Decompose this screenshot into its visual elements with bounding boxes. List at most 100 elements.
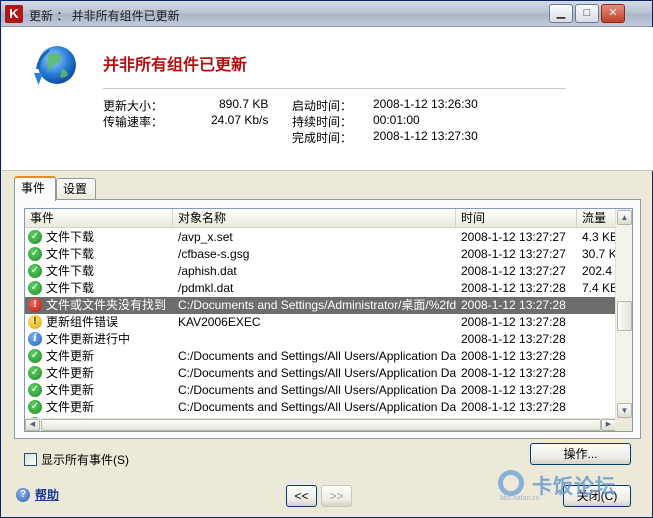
cell-traffic xyxy=(582,348,616,365)
cell-object: /cfbase-s.gsg xyxy=(178,247,250,261)
column-header-traffic[interactable]: 流量 xyxy=(577,209,616,228)
finish-time-value: 2008-1-12 13:27:30 xyxy=(373,129,478,143)
cell-object: C:/Documents and Settings/All Users/Appl… xyxy=(178,400,456,414)
cell-object: C:/Documents and Settings/All Users/Appl… xyxy=(178,366,456,380)
watermark-ring-icon xyxy=(498,470,524,496)
cell-traffic: 30.7 KB xyxy=(582,247,616,261)
start-time-value: 2008-1-12 13:26:30 xyxy=(373,97,478,111)
maximize-button[interactable]: □ xyxy=(575,4,599,23)
actions-button[interactable]: 操作... xyxy=(530,443,631,465)
window-title: 更新 ： 并非所有组件已更新 xyxy=(29,9,180,23)
scroll-right-button[interactable]: ▶ xyxy=(601,419,616,431)
info-status-icon: i xyxy=(28,332,42,346)
forum-watermark: 卡饭论坛 bbs.kafan.cn xyxy=(496,468,641,502)
list-rows: ✓ 文件下载/avp_x.set 2008-1-12 13:27:27 4.3 KB ✓… xyxy=(25,229,616,419)
forward-button[interactable]: >> xyxy=(321,485,352,507)
table-row[interactable]: ✓ 文件下载/avp_x.set 2008-1-12 13:27:27 4.3 KB xyxy=(25,229,616,246)
transfer-speed-value: 24.07 Kb/s xyxy=(211,113,269,127)
update-size-value: 890.7 KB xyxy=(219,97,269,111)
table-row[interactable]: ✓ 文件更新 C:/Documents and Settings/All Users… xyxy=(25,348,616,365)
cell-time: 2008-1-12 13:27:28 xyxy=(461,332,566,346)
tab-events[interactable]: 事件 xyxy=(14,176,56,201)
horizontal-scrollbar[interactable]: ◀ ▶ xyxy=(25,418,616,431)
cell-event: 文件下载 xyxy=(46,264,95,278)
cell-time: 2008-1-12 13:27:28 xyxy=(461,281,566,295)
error-status-icon: ! xyxy=(28,298,42,312)
list-header: 事件 对象名称 时间 流量 xyxy=(25,209,616,228)
cell-traffic: 7.4 KB xyxy=(582,281,616,295)
column-header-event[interactable]: 事件 xyxy=(25,209,173,228)
show-all-events-checkbox[interactable] xyxy=(24,453,37,466)
table-row[interactable]: ✓ 文件更新 C:/Documents and Settings/All Users… xyxy=(25,365,616,382)
update-globe-icon xyxy=(34,46,76,85)
cell-object xyxy=(178,331,456,348)
cell-traffic: 4.3 KB xyxy=(582,230,616,244)
scroll-left-button[interactable]: ◀ xyxy=(25,419,40,431)
cell-time: 2008-1-12 13:27:27 xyxy=(461,230,566,244)
cell-traffic: 202.4 K xyxy=(582,264,616,278)
cell-time: 2008-1-12 13:27:27 xyxy=(461,247,566,261)
duration-value: 00:01:00 xyxy=(373,113,420,127)
cell-event: 文件更新 xyxy=(46,349,95,363)
table-row[interactable]: ✓ 文件下载/aphish.dat 2008-1-12 13:27:27 202.4 … xyxy=(25,263,616,280)
title-bar[interactable]: K 更新 ： 并非所有组件已更新 ▁ □ ✕ xyxy=(1,1,652,27)
table-row[interactable]: ✓ 文件更新 C:/Documents and Settings/All Users… xyxy=(25,399,616,416)
success-status-icon: ✓ xyxy=(28,281,42,295)
header-divider xyxy=(103,88,566,89)
cell-event: 文件更新 xyxy=(46,366,95,380)
tab-settings[interactable]: 设置 xyxy=(56,178,96,200)
cell-traffic xyxy=(582,365,616,382)
cell-event: 文件更新进行中 xyxy=(46,332,131,346)
cell-traffic xyxy=(582,314,616,331)
cell-time: 2008-1-12 13:27:28 xyxy=(461,383,566,397)
success-status-icon: ✓ xyxy=(28,366,42,380)
update-size-label: 更新大小： xyxy=(103,99,164,113)
vertical-scrollbar[interactable]: ▲ ▼ xyxy=(615,209,632,419)
watermark-subtext: bbs.kafan.cn xyxy=(500,495,540,502)
cell-object: C:/Documents and Settings/All Users/Appl… xyxy=(178,383,456,397)
warning-status-icon: ! xyxy=(28,315,42,329)
headline: 并非所有组件已更新 xyxy=(103,57,248,74)
help-icon[interactable]: ? xyxy=(16,488,30,502)
cell-object: C:/Documents and Settings/Administrator/… xyxy=(178,298,456,312)
cell-time: 2008-1-12 13:27:28 xyxy=(461,349,566,363)
scrollbar-corner xyxy=(615,418,632,431)
cell-event: 文件或文件夹没有找到 xyxy=(46,298,167,312)
cell-object: KAV2006EXEC xyxy=(178,315,261,329)
horizontal-scroll-thumb[interactable] xyxy=(41,419,601,431)
table-row[interactable]: ✓ 文件更新 C:/Documents and Settings/All Users… xyxy=(25,382,616,399)
success-status-icon: ✓ xyxy=(28,247,42,261)
table-row[interactable]: ! 更新组件错误 KAV2006EXEC 2008-1-12 13:27:28 xyxy=(25,314,616,331)
finish-time-label: 完成时间： xyxy=(292,131,353,145)
vertical-scroll-thumb[interactable] xyxy=(617,301,632,331)
kaspersky-logo-icon: K xyxy=(5,5,23,23)
back-button[interactable]: << xyxy=(286,485,317,507)
table-row[interactable]: ! 文件或文件夹没有找到 C:/Documents and Settings/Adm… xyxy=(25,297,616,314)
watermark-text: 卡饭论坛 xyxy=(532,476,616,498)
success-status-icon: ✓ xyxy=(28,383,42,397)
scroll-up-button[interactable]: ▲ xyxy=(617,210,632,225)
cell-time: 2008-1-12 13:27:28 xyxy=(461,298,566,312)
cell-time: 2008-1-12 13:27:27 xyxy=(461,264,566,278)
help-link[interactable]: 帮助 xyxy=(35,488,59,502)
success-status-icon: ✓ xyxy=(28,349,42,363)
minimize-button[interactable]: ▁ xyxy=(549,4,573,23)
cell-event: 文件更新 xyxy=(46,400,95,414)
cell-event: 文件下载 xyxy=(46,247,95,261)
cell-time: 2008-1-12 13:27:28 xyxy=(461,315,566,329)
duration-label: 持续时间： xyxy=(292,115,353,129)
cell-traffic xyxy=(582,297,616,314)
close-window-button[interactable]: ✕ xyxy=(601,4,625,23)
table-row[interactable]: ✓ 文件下载/cfbase-s.gsg 2008-1-12 13:27:27 30.7… xyxy=(25,246,616,263)
cell-object: C:/Documents and Settings/All Users/Appl… xyxy=(178,349,456,363)
events-list[interactable]: 事件 对象名称 时间 流量 ✓ 文件下载/avp_x.set 2008-1-12 1… xyxy=(24,208,633,432)
cell-event: 文件更新 xyxy=(46,383,95,397)
cell-event: 文件下载 xyxy=(46,230,95,244)
column-header-object[interactable]: 对象名称 xyxy=(173,209,456,228)
table-row[interactable]: ✓ 文件下载/pdmkl.dat 2008-1-12 13:27:28 7.4 KB xyxy=(25,280,616,297)
cell-event: 更新组件错误 xyxy=(46,315,119,329)
table-row[interactable]: i 文件更新进行中 2008-1-12 13:27:28 xyxy=(25,331,616,348)
show-all-events-label[interactable]: 显示所有事件(S) xyxy=(41,453,129,467)
scroll-down-button[interactable]: ▼ xyxy=(617,403,632,418)
column-header-time[interactable]: 时间 xyxy=(456,209,577,228)
